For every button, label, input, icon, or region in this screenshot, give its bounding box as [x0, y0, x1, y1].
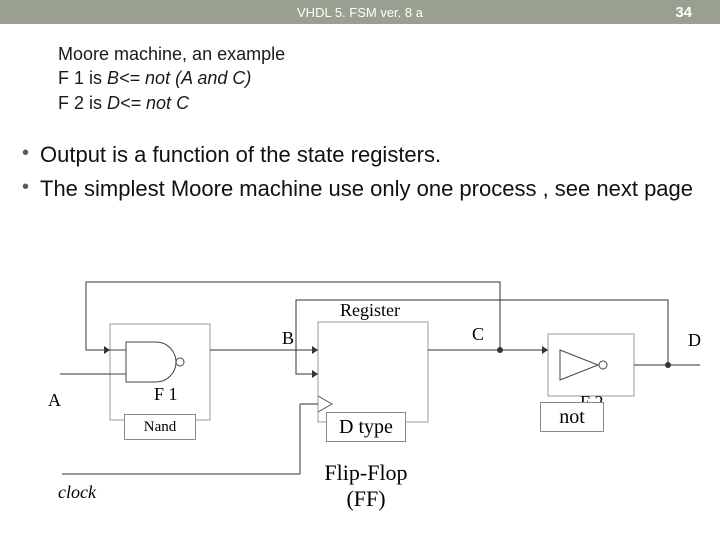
page-number: 34: [675, 4, 692, 21]
title-line-1: Moore machine, an example: [58, 42, 285, 66]
box-nand-label: Nand: [144, 419, 177, 436]
slide-title: Moore machine, an example F 1 is B<= not…: [58, 42, 285, 115]
title-line-2-expr: B<= not (A and C): [107, 68, 251, 88]
title-line-3-expr: D<= not C: [107, 93, 189, 113]
box-nand: Nand: [124, 414, 196, 440]
label-d: D: [688, 330, 701, 351]
box-dtype-label: D type: [339, 416, 393, 439]
label-f1: F 1: [154, 384, 178, 405]
label-c: C: [472, 324, 484, 345]
title-line-3-prefix: F 2 is: [58, 93, 107, 113]
topbar: VHDL 5. FSM ver. 8 a 34: [0, 0, 720, 24]
title-line-3: F 2 is D<= not C: [58, 91, 285, 115]
box-dtype: D type: [326, 412, 406, 442]
label-clock: clock: [58, 482, 96, 503]
bullet-item: Output is a function of the state regist…: [18, 140, 702, 170]
flip-flop-caption: Flip-Flop (FF): [306, 460, 426, 512]
diagram: A B C D F 1 F 2 Register clock Nand D ty…: [0, 264, 720, 540]
title-line-2-prefix: F 1 is: [58, 68, 107, 88]
box-not-label: not: [559, 406, 585, 429]
label-b: B: [282, 328, 294, 349]
topbar-title: VHDL 5. FSM ver. 8 a: [0, 5, 720, 20]
box-not: not: [540, 402, 604, 432]
body-bullets: Output is a function of the state regist…: [18, 140, 702, 207]
slide: VHDL 5. FSM ver. 8 a 34 Moore machine, a…: [0, 0, 720, 540]
ff-caption-line2: (FF): [306, 486, 426, 512]
ff-caption-line1: Flip-Flop: [306, 460, 426, 486]
title-line-2: F 1 is B<= not (A and C): [58, 66, 285, 90]
label-register: Register: [340, 300, 400, 321]
bullet-item: The simplest Moore machine use only one …: [18, 174, 702, 204]
label-a: A: [48, 390, 61, 411]
